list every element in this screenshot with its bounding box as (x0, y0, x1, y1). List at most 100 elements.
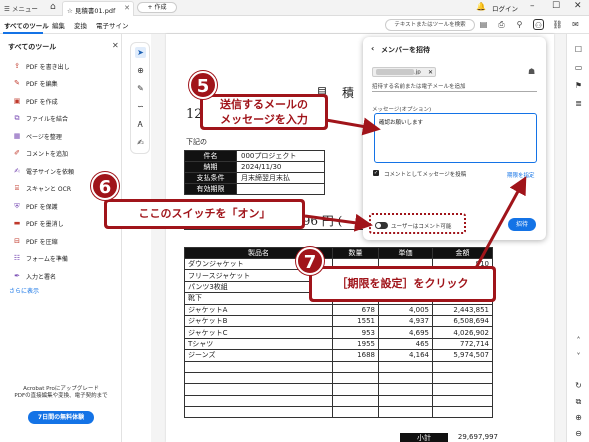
login-link[interactable]: ログイン (492, 3, 518, 13)
save-icon[interactable]: ▤ (478, 19, 489, 30)
cell-product (184, 406, 333, 419)
home-icon[interactable]: ⌂ (50, 2, 56, 12)
refresh-icon[interactable]: ↻ (573, 380, 584, 391)
step-badge-5: 5 (189, 71, 217, 99)
tool-label: コメントを追加 (26, 150, 69, 158)
address-book-icon[interactable]: ☗ (528, 67, 535, 76)
print-icon[interactable]: ⎙ (496, 19, 507, 30)
tool-edit-pdf[interactable]: ✎ PDF を編集 (13, 78, 58, 88)
tool-export-pdf[interactable]: ⇪ PDF を書き出し (13, 61, 70, 71)
cell-quantity (332, 383, 379, 396)
post-as-comment-checkbox[interactable]: ✓ (373, 170, 379, 176)
recipient-input[interactable]: 招待する名前または電子メールを追加 (372, 82, 466, 90)
mail-icon[interactable]: ✉ (570, 19, 581, 30)
table-row (184, 371, 493, 385)
cell-amount: 2,443,851 (432, 303, 493, 316)
table-row: ジャケットC 953 4,695 4,026,902 (184, 326, 493, 339)
share-icon[interactable]: ⚇ (533, 19, 544, 30)
document-tab-title: 見積書01.pdf (74, 7, 116, 15)
close-panel-icon[interactable]: ✕ (112, 41, 119, 50)
upgrade-promo: Acrobat Proにアップグレード PDFの直接編集や変換、電子契約まで (6, 386, 116, 400)
cell-unit-price (378, 371, 433, 385)
tool-label: PDF を書き出し (26, 63, 70, 71)
message-textarea[interactable]: 確認お願いします (374, 113, 537, 163)
tool-protect-pdf[interactable]: ⛨ PDF を保護 (13, 201, 57, 211)
cell-quantity (332, 371, 379, 385)
remove-recipient-icon[interactable]: ✕ (428, 69, 433, 76)
tool-compress-pdf[interactable]: ⊟ PDF を圧縮 (13, 236, 58, 246)
info-key: 有効期限 (184, 183, 237, 195)
cell-amount: 5,974,507 (432, 349, 493, 362)
select-cursor-icon[interactable]: ➤ (135, 47, 146, 58)
create-button[interactable]: + 作成 (137, 2, 177, 13)
cell-quantity: 678 (332, 303, 379, 316)
edit-pdf-icon: ✎ (14, 79, 20, 87)
maximize-icon[interactable]: ☐ (552, 1, 560, 11)
tool-request-signature[interactable]: ✍ 電子サインを依頼 (13, 166, 74, 176)
bookmark-icon[interactable]: ⚑ (573, 80, 584, 91)
menu-e-sign[interactable]: 電子サイン (96, 20, 129, 30)
show-more-link[interactable]: さらに表示 (9, 286, 39, 295)
tool-label: ファイルを結合 (26, 115, 69, 123)
cell-unit-price: 4,695 (378, 326, 433, 339)
redact-pdf-icon: ▬ (13, 219, 21, 227)
menu-all-tools[interactable]: すべてのツール (4, 20, 49, 30)
tool-fill-sign[interactable]: ✒ 入力と署名 (13, 271, 56, 281)
scroll-down-icon[interactable]: ˅ (573, 351, 584, 362)
minimize-icon[interactable]: – (530, 1, 535, 11)
document-tab[interactable]: ☆ 見積書01.pdf ✕ (62, 1, 134, 16)
cell-quantity: 1955 (332, 337, 379, 351)
cell-amount (432, 371, 493, 385)
tool-redact-pdf[interactable]: ▬ PDF を墨消し (13, 218, 64, 228)
back-chevron-icon[interactable]: ‹ (371, 44, 374, 53)
add-comment-icon[interactable]: ⊕ (135, 65, 146, 76)
menu-button[interactable]: ☰ メニュー (4, 3, 38, 13)
step-badge-7: 7 (296, 247, 324, 275)
search-icon[interactable]: ⚲ (514, 19, 525, 30)
text-box-icon[interactable]: Ꭺ (135, 119, 146, 130)
comments-icon[interactable]: ☐ (573, 44, 584, 55)
cell-quantity: 1551 (332, 314, 379, 328)
tool-add-comment[interactable]: ✐ コメントを追加 (13, 148, 68, 158)
layers-icon[interactable]: ≣ (573, 98, 584, 109)
menu-convert[interactable]: 変換 (74, 20, 87, 30)
tool-search-input[interactable]: テキストまたはツールを検索 (385, 19, 475, 31)
callout-step7: ［期限を設定］をクリック (309, 266, 496, 302)
col-amount: 金額 (432, 247, 493, 259)
zoom-out-icon[interactable]: ⊖ (573, 428, 584, 439)
cell-product (184, 394, 333, 408)
scroll-up-icon[interactable]: ˄ (573, 335, 584, 346)
callout-step6-text: ここのスイッチを「オン」 (107, 202, 302, 226)
recipient-chip[interactable]: .jp ✕ (372, 67, 436, 77)
star-icon[interactable]: ☆ (67, 7, 73, 15)
signature-icon[interactable]: ✍ (135, 137, 146, 148)
tool-prepare-form[interactable]: ☷ フォームを準備 (13, 253, 68, 263)
copy-icon[interactable]: ⧉ (573, 396, 584, 407)
tool-scan-ocr[interactable]: ⌸ スキャンと OCR (13, 183, 71, 193)
close-window-icon[interactable]: ✕ (574, 1, 582, 11)
set-deadline-link[interactable]: 期限を指定 (507, 171, 535, 179)
bell-icon[interactable]: 🔔 (476, 2, 486, 11)
tool-organize-pages[interactable]: ▦ ページを整理 (13, 131, 62, 141)
free-trial-button[interactable]: 7日間の無料体験 (28, 411, 94, 424)
close-tab-icon[interactable]: ✕ (124, 4, 130, 12)
draw-icon[interactable]: ∽ (135, 101, 146, 112)
message-label: メッセージ(オプション) (372, 107, 432, 113)
all-tools-panel: すべてのツール ✕ ⇪ PDF を書き出し ✎ PDF を編集 ▣ PDF を作成 ⧉… (0, 34, 122, 442)
info-key: 支払条件 (184, 172, 237, 184)
invite-send-button[interactable]: 招待 (508, 218, 536, 231)
input-underline (372, 91, 537, 92)
tool-label: スキャンと OCR (26, 185, 71, 193)
tool-combine-files[interactable]: ⧉ ファイルを結合 (13, 113, 69, 123)
cell-amount: 6,508,694 (432, 314, 493, 328)
highlight-pen-icon[interactable]: ✎ (135, 83, 146, 94)
chat-icon[interactable]: ▭ (573, 62, 584, 73)
zoom-in-icon[interactable]: ⊕ (573, 412, 584, 423)
table-row: ジーンズ 1688 4,164 5,974,507 (184, 349, 493, 362)
callout-step5-text: 送信するメールの メッセージを入力 (203, 97, 325, 127)
menu-edit[interactable]: 編集 (52, 20, 65, 30)
protect-pdf-icon: ⛨ (14, 202, 20, 210)
comment-icon: ✐ (14, 149, 20, 157)
link-icon[interactable]: ⛓ (552, 19, 563, 30)
tool-create-pdf[interactable]: ▣ PDF を作成 (13, 96, 58, 106)
